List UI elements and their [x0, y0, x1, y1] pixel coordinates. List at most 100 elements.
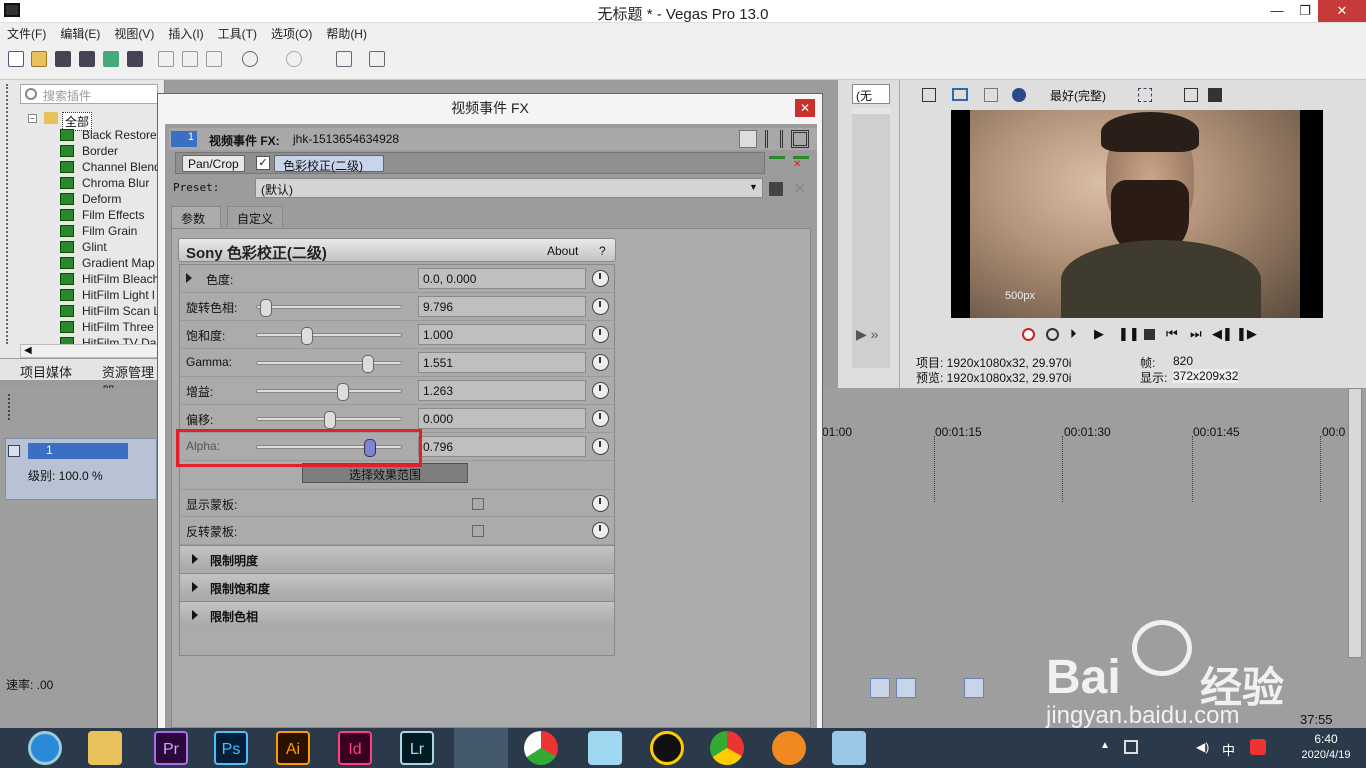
tree-item[interactable]: Glint — [82, 240, 107, 254]
plugin-chain-icon[interactable] — [769, 156, 785, 170]
split-screen-icon[interactable] — [984, 88, 998, 102]
tree-item[interactable]: Deform — [82, 192, 121, 206]
record-icon[interactable] — [1022, 328, 1035, 341]
undo-icon[interactable] — [242, 51, 258, 67]
view-list-icon[interactable] — [739, 130, 757, 148]
param-value[interactable]: 1.000 — [418, 324, 586, 345]
param-slider[interactable] — [256, 383, 402, 401]
slider-knob[interactable] — [361, 355, 374, 373]
tree-item[interactable]: HitFilm Bleach — [82, 272, 159, 286]
show-mask-checkbox[interactable] — [472, 498, 484, 510]
section-limit-luminance[interactable]: 限制明度 — [180, 545, 614, 571]
play-icon[interactable]: ▶ » — [856, 326, 878, 343]
slider-knob[interactable] — [301, 327, 314, 345]
network-icon[interactable] — [1124, 740, 1138, 754]
start-button[interactable] — [28, 731, 62, 765]
normal-edit-tool-icon[interactable] — [870, 678, 890, 698]
param-slider[interactable] — [256, 411, 402, 429]
copy-icon[interactable] — [182, 51, 198, 67]
new-file-icon[interactable] — [8, 51, 24, 67]
param-value[interactable]: 0.796 — [418, 436, 586, 457]
prev-frame-icon[interactable]: ◀❚ — [1212, 326, 1233, 342]
param-slider[interactable] — [256, 299, 402, 317]
view-grid-icon[interactable] — [791, 130, 809, 148]
vertical-scrollbar[interactable] — [1348, 388, 1362, 658]
menu-edit[interactable]: 编辑(E) — [53, 23, 107, 42]
next-frame-icon[interactable]: ❚▶ — [1236, 326, 1257, 342]
chain-pan-crop[interactable]: Pan/Crop — [182, 155, 245, 172]
collapse-icon[interactable]: − — [28, 114, 37, 123]
track-header[interactable]: 1 级别: 100.0 % — [5, 438, 157, 500]
chrome-icon[interactable] — [710, 731, 744, 765]
remove-plugin-icon[interactable]: ✕ — [793, 156, 809, 170]
expand-icon[interactable] — [186, 273, 192, 283]
tray-expand-icon[interactable]: ▲ — [1100, 740, 1110, 751]
menu-tools[interactable]: 工具(T) — [211, 23, 264, 42]
grid-icon[interactable] — [1138, 88, 1152, 102]
slider-knob[interactable] — [324, 411, 336, 429]
ime-indicator[interactable]: 中 — [1222, 740, 1235, 759]
enable-snapping-icon[interactable] — [336, 51, 352, 67]
premiere-icon[interactable]: Pr — [154, 731, 188, 765]
tree-item[interactable]: HitFilm Three — [82, 320, 154, 334]
render-icon[interactable] — [103, 51, 119, 67]
tree-item[interactable]: Channel Blend — [82, 160, 160, 174]
tab-project-media[interactable]: 项目媒体 — [20, 362, 72, 381]
param-value[interactable]: 1.551 — [418, 352, 586, 373]
external-monitor-icon[interactable] — [952, 88, 968, 101]
properties-icon[interactable] — [127, 51, 143, 67]
go-to-start-icon[interactable]: ⏮ — [1166, 326, 1178, 342]
slider-knob[interactable] — [259, 299, 272, 317]
keyframe-clock-icon[interactable] — [592, 410, 609, 427]
whats-this-icon[interactable] — [369, 51, 385, 67]
close-button[interactable]: ✕ — [1318, 0, 1366, 22]
section-limit-saturation[interactable]: 限制饱和度 — [180, 573, 614, 599]
overlay-icon[interactable] — [1012, 88, 1026, 102]
save-preset-icon[interactable] — [769, 182, 783, 196]
sogou-icon[interactable] — [1250, 739, 1266, 755]
help-button[interactable]: ? — [599, 244, 606, 258]
preview-quality-dropdown[interactable]: 最好(完整) — [1050, 87, 1106, 104]
param-value[interactable]: 0.000 — [418, 408, 586, 429]
save-snapshot-icon[interactable] — [1208, 88, 1222, 102]
preview-properties-icon[interactable] — [922, 88, 936, 102]
auto-ripple-icon[interactable] — [964, 678, 984, 698]
stop-icon[interactable] — [1144, 329, 1155, 340]
param-slider[interactable] — [256, 355, 402, 373]
invert-mask-checkbox[interactable] — [472, 525, 484, 537]
keyframe-clock-icon[interactable] — [592, 326, 609, 343]
tree-item[interactable]: Gradient Map — [82, 256, 155, 270]
browser-icon[interactable] — [772, 731, 806, 765]
cut-icon[interactable] — [158, 51, 174, 67]
pause-icon[interactable]: ❚❚ — [1118, 326, 1140, 342]
tree-item[interactable]: Black Restore — [82, 128, 157, 142]
cloud-app-icon[interactable] — [588, 731, 622, 765]
minimize-button[interactable]: — — [1262, 0, 1292, 22]
media-player-icon[interactable] — [524, 731, 558, 765]
param-slider[interactable] — [256, 327, 402, 345]
menu-file[interactable]: 文件(F) — [0, 23, 53, 42]
param-value[interactable]: 9.796 — [418, 296, 586, 317]
delete-preset-icon[interactable]: ✕ — [793, 179, 806, 199]
volume-icon[interactable]: ◀) — [1196, 740, 1209, 754]
keyframe-clock-icon[interactable] — [592, 438, 609, 455]
qq-icon[interactable] — [650, 731, 684, 765]
copy-snapshot-icon[interactable] — [1184, 88, 1198, 102]
tree-item[interactable]: HitFilm TV Da — [82, 336, 156, 344]
tree-item[interactable]: HitFilm Light l — [82, 288, 155, 302]
save-icon[interactable] — [55, 51, 71, 67]
menu-options[interactable]: 选项(O) — [264, 23, 319, 42]
horizontal-scrollbar[interactable] — [20, 344, 160, 358]
plugin-search-input[interactable]: 搜索插件 — [20, 84, 158, 104]
scroll-left-icon[interactable]: ◀ — [24, 345, 32, 356]
section-limit-hue[interactable]: 限制色相 — [180, 601, 614, 627]
go-to-end-icon[interactable]: ⏭ — [1190, 326, 1202, 342]
chain-fx-checkbox-icon[interactable]: ✓ — [256, 156, 270, 170]
about-button[interactable]: About — [547, 244, 578, 258]
keyframe-clock-icon[interactable] — [592, 298, 609, 315]
menu-view[interactable]: 视图(V) — [107, 23, 161, 42]
chain-color-correction[interactable]: 色彩校正(二级) — [274, 155, 384, 173]
keyframe-clock-icon[interactable] — [592, 522, 609, 539]
system-clock[interactable]: 6:40 2020/4/19 — [1288, 732, 1364, 761]
file-explorer-icon[interactable] — [88, 731, 122, 765]
